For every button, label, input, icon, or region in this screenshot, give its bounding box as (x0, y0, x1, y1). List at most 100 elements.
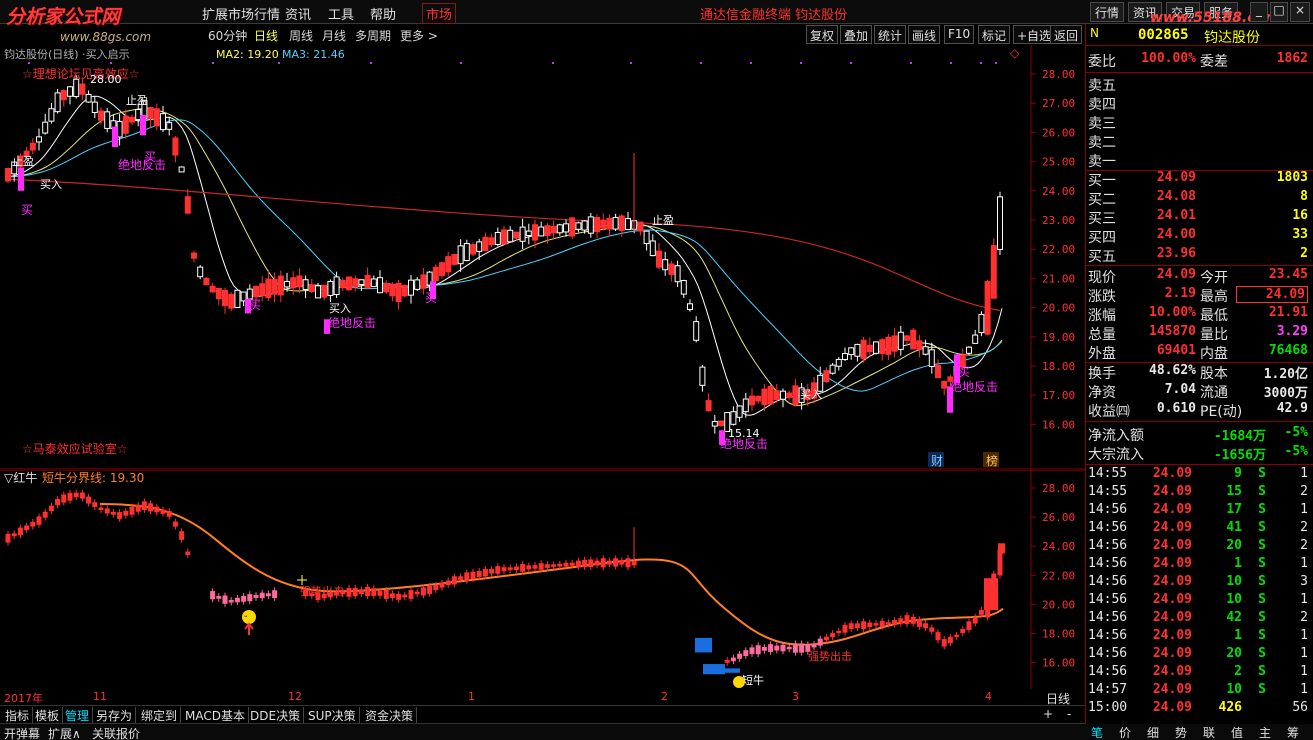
red-bull-indicator-chart[interactable]: ▽红牛 短牛分界线: 19.30 28.00 26.00 24.00 22.00 20.… (0, 470, 1085, 689)
quote-tab-2[interactable]: 细 (1147, 724, 1159, 740)
ask-row: 卖五 (1086, 75, 1313, 94)
signal-buy-in-3: 买入 (800, 388, 822, 401)
candle-body (941, 380, 948, 389)
annotation-bottom-left: ☆马泰效应试验室☆ (22, 441, 128, 456)
tab-template[interactable]: 模板 (32, 707, 64, 723)
sub-candle-body (470, 571, 476, 580)
tick-price: 24.09 (1152, 556, 1192, 571)
bid-label: 买三 (1088, 211, 1116, 227)
sub-candle-body (501, 567, 507, 572)
tab-sup[interactable]: SUP决策 (305, 707, 360, 723)
quote-tab-6[interactable]: 主 (1259, 724, 1271, 740)
tick-price: 24.09 (1152, 574, 1192, 589)
period-more[interactable]: 更多 > (400, 27, 438, 44)
candle-body (457, 245, 464, 265)
close-button[interactable]: × (1290, 2, 1310, 22)
candle-body (767, 385, 774, 405)
tick-time: 14:56 (1088, 538, 1128, 553)
tab-bind-to[interactable]: 绑定到 (138, 707, 182, 723)
quote-tab-4[interactable]: 联 (1203, 724, 1215, 740)
tool-f10[interactable]: F10 (944, 25, 975, 44)
quote-tab-1[interactable]: 价 (1119, 724, 1131, 740)
sub-candle-body (916, 619, 922, 627)
bid-price: 24.08 (1156, 189, 1196, 204)
menu-extended-market[interactable]: 扩展市场行情 (202, 4, 280, 23)
finance-badge[interactable]: 财 (931, 454, 943, 468)
signal-dot (370, 62, 372, 64)
bid-price: 24.01 (1156, 208, 1196, 223)
period-month[interactable]: 月线 (322, 27, 346, 44)
y-tick-label: 26.00 (1042, 126, 1075, 139)
maximize-button[interactable]: □ (1270, 2, 1288, 22)
candle-body (997, 196, 1003, 250)
period-week[interactable]: 周线 (289, 27, 313, 44)
kline-main-chart[interactable]: 钧达股份(日线) ·买入启示 MA2: 19.20 MA3: 21.46 28.… (0, 45, 1085, 470)
top-btn-quotes[interactable]: 行情 (1090, 2, 1125, 22)
tool-mark[interactable]: 标记 (978, 25, 1011, 44)
candle-body (532, 224, 538, 241)
sub-candle-body (792, 643, 798, 653)
tool-adjust[interactable]: 复权 (806, 25, 839, 44)
flow-label: 大宗流入 (1088, 447, 1144, 463)
candle-body (259, 283, 266, 296)
minimize-button[interactable]: _ (1250, 2, 1268, 22)
sub-candle-body (582, 559, 588, 568)
sub-candle-body (774, 645, 780, 651)
quote-tab-3[interactable]: 势 (1175, 724, 1187, 740)
zoom-in-button[interactable]: + (1040, 707, 1056, 723)
status-related-quote[interactable]: 关联报价 (92, 725, 140, 740)
menu-market[interactable]: 市场 (422, 3, 457, 24)
tool-add-watchlist[interactable]: +自选 (1013, 25, 1056, 44)
quote-tab-5[interactable]: 值 (1231, 724, 1243, 740)
tool-stats[interactable]: 统计 (874, 25, 907, 44)
zoom-out-button[interactable]: - (1064, 707, 1074, 723)
sub-candle-body (123, 510, 129, 516)
tab-dde[interactable]: DDE决策 (247, 707, 305, 723)
menu-news[interactable]: 资讯 (285, 4, 311, 23)
candle-body (439, 262, 445, 276)
candle-body (277, 275, 284, 296)
bid-row: 买四 24.00 33 (1086, 227, 1313, 246)
site-url-watermark: www.88gs.com (60, 30, 152, 44)
sub-chart-title[interactable]: ▽红牛 (4, 470, 37, 485)
time-axis: 2017年 11 12 1 2 3 4 日线 (0, 689, 1085, 706)
status-danmu[interactable]: 开弹幕 (4, 725, 40, 740)
tick-volume: 20 (1226, 538, 1242, 553)
quote-tab-7[interactable]: 筹 (1287, 724, 1299, 740)
tick-row: 14:56 24.09 2 S 1 (1086, 664, 1313, 683)
tool-draw[interactable]: 画线 (908, 25, 941, 44)
y-tick-label: 18.00 (1042, 360, 1075, 373)
stat-label: 涨跌 (1088, 289, 1116, 305)
tab-fund[interactable]: 资金决策 (362, 707, 418, 723)
tool-overlay[interactable]: 叠加 (840, 25, 873, 44)
menu-help[interactable]: 帮助 (370, 4, 396, 23)
candle-body (321, 284, 328, 298)
ranking-badge[interactable]: 榜 (986, 453, 998, 468)
sub-candle-body (79, 492, 85, 499)
candle-body (178, 166, 185, 173)
signal-take-profit-3: 止盈 (652, 214, 674, 227)
tab-manage[interactable]: 管理 (62, 707, 94, 723)
tab-macd[interactable]: MACD基本 (182, 707, 249, 723)
indicator-tab-bar: 指标 模板 管理 另存为 绑定到 MACD基本 DDE决策 SUP决策 资金决策… (0, 705, 1085, 723)
period-day[interactable]: 日线 (254, 27, 278, 44)
sub-candle-body (737, 653, 743, 659)
candle-body (649, 240, 656, 257)
status-expand[interactable]: 扩展∧ (48, 725, 81, 740)
tick-row: 14:56 24.09 1 S 1 (1086, 556, 1313, 575)
tab-indicator[interactable]: 指标 (2, 707, 34, 723)
tool-back[interactable]: 返回 (1050, 25, 1083, 44)
tab-save-as[interactable]: 另存为 (93, 707, 137, 723)
candle-body (569, 217, 576, 237)
candle-body (91, 101, 98, 113)
sub-candle-body (544, 564, 550, 568)
quote-tab-0[interactable]: 笔 (1091, 724, 1103, 740)
period-multi[interactable]: 多周期 (355, 27, 391, 44)
period-60min[interactable]: 60分钟 (208, 27, 247, 44)
blue-block (703, 664, 725, 675)
candle-body (829, 364, 836, 374)
sub-candle-body (489, 568, 495, 574)
stat-label: 最低 (1200, 308, 1228, 324)
candle-body (972, 334, 979, 344)
menu-tools[interactable]: 工具 (328, 4, 354, 23)
